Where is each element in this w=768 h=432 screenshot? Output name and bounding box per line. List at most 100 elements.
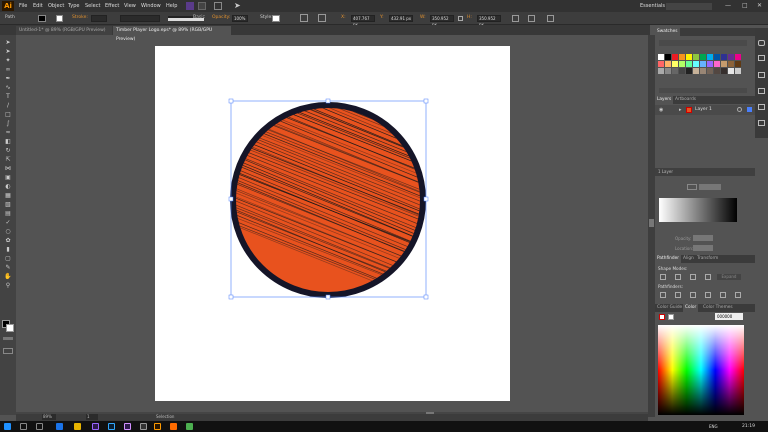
swatch[interactable] — [686, 68, 692, 74]
swatch[interactable] — [728, 61, 734, 67]
outline-icon[interactable] — [720, 292, 726, 298]
lasso-tool-icon[interactable]: ∞ — [4, 66, 12, 73]
stroke-weight-field[interactable] — [91, 15, 107, 22]
opacity-label[interactable]: Opacity: — [212, 15, 231, 20]
swatch[interactable] — [721, 61, 727, 67]
menu-help[interactable]: Help — [166, 3, 177, 9]
expand-button[interactable]: Expand — [717, 274, 741, 280]
gradient-opacity-field[interactable] — [693, 235, 713, 241]
bridge-icon[interactable] — [186, 2, 194, 10]
swatch[interactable] — [686, 61, 692, 67]
swatch[interactable] — [728, 54, 734, 60]
close-icon[interactable]: ✕ — [757, 2, 762, 9]
minus-front-icon[interactable] — [675, 274, 681, 280]
gradient-tool-icon[interactable]: ▤ — [4, 210, 12, 217]
app-icon[interactable] — [170, 423, 177, 430]
vertical-scrollbar[interactable] — [648, 35, 655, 417]
shape-builder-tool-icon[interactable]: ◐ — [4, 183, 12, 190]
color-stroke-swatch[interactable] — [659, 314, 665, 320]
hex-color-field[interactable]: 000000 — [715, 313, 743, 320]
tab-color[interactable]: Color — [683, 304, 699, 312]
swatch[interactable] — [658, 68, 664, 74]
menu-view[interactable]: View — [124, 3, 136, 9]
gpu-performance-icon[interactable]: ➤ — [234, 1, 241, 10]
rotate-tool-icon[interactable]: ↻ — [4, 147, 12, 154]
swatch[interactable] — [693, 61, 699, 67]
swatch[interactable] — [707, 68, 713, 74]
minimize-icon[interactable]: — — [725, 2, 731, 9]
stroke-color-swatch[interactable] — [56, 15, 63, 22]
layer-target-icon[interactable] — [737, 107, 742, 112]
line-tool-icon[interactable]: ∕ — [4, 102, 12, 109]
x-position-field[interactable]: 407.767 px — [351, 15, 375, 27]
paintbrush-tool-icon[interactable]: ∫ — [4, 120, 12, 127]
graphic-style-swatch[interactable] — [272, 15, 280, 22]
swatch[interactable] — [686, 54, 692, 60]
task-view-icon[interactable] — [36, 423, 43, 430]
layers-stack-icon[interactable] — [758, 104, 765, 110]
swatch[interactable] — [665, 54, 671, 60]
slice-tool-icon[interactable]: ✎ — [4, 264, 12, 271]
zoom-tool-icon[interactable]: ⚲ — [4, 282, 12, 289]
vertical-scroll-thumb[interactable] — [649, 219, 654, 227]
artboard-number-field[interactable]: 1 — [86, 414, 98, 420]
panel-menu-icon[interactable] — [547, 15, 554, 22]
gradient-reverse-icon[interactable] — [687, 184, 697, 190]
tab-align[interactable]: Align — [681, 255, 696, 263]
merge-icon[interactable] — [690, 292, 696, 298]
swatch[interactable] — [707, 61, 713, 67]
menu-file[interactable]: File — [19, 3, 27, 9]
logo-circle[interactable] — [215, 46, 445, 310]
menu-type[interactable]: Type — [68, 3, 79, 9]
swatch-grid[interactable] — [658, 54, 746, 84]
screen-mode-icon[interactable] — [3, 348, 13, 354]
gradient-angle-field[interactable] — [699, 184, 721, 190]
swatch[interactable] — [693, 68, 699, 74]
layer-selection-indicator[interactable] — [747, 107, 752, 112]
language-indicator[interactable]: ENG — [709, 424, 718, 429]
rectangle-tool-icon[interactable]: □ — [4, 111, 12, 118]
opacity-field[interactable]: 100% — [232, 15, 248, 22]
stock-icon[interactable] — [198, 2, 206, 10]
swatch[interactable] — [714, 68, 720, 74]
menu-object[interactable]: Object — [48, 3, 64, 9]
artboard[interactable] — [155, 46, 510, 401]
brushes-icon[interactable] — [758, 72, 765, 78]
after-effects-icon[interactable] — [124, 423, 131, 430]
perspective-grid-tool-icon[interactable]: ▦ — [4, 192, 12, 199]
swatch[interactable] — [679, 68, 685, 74]
width-tool-icon[interactable]: ⋈ — [4, 165, 12, 172]
tab-artboards[interactable]: Artboards — [673, 96, 698, 104]
visibility-eye-icon[interactable]: ◉ — [659, 107, 663, 113]
artboard-tool-icon[interactable]: ▢ — [4, 255, 12, 262]
free-transform-tool-icon[interactable]: ▣ — [4, 174, 12, 181]
color-spectrum[interactable] — [658, 325, 744, 415]
gradient-preview[interactable] — [659, 198, 737, 222]
zoom-level-field[interactable]: 89% — [42, 414, 56, 420]
workspace-switcher[interactable]: Essentials — [640, 3, 665, 9]
menu-window[interactable]: Window — [141, 3, 161, 9]
type-tool-icon[interactable]: T — [4, 93, 12, 100]
swatch[interactable] — [672, 68, 678, 74]
blend-tool-icon[interactable]: ○ — [4, 228, 12, 235]
swatch[interactable] — [672, 54, 678, 60]
tab-transform[interactable]: Transform — [695, 255, 720, 263]
swatch[interactable] — [735, 68, 741, 74]
pen-tool-icon[interactable]: ✒ — [4, 75, 12, 82]
swatch[interactable] — [672, 61, 678, 67]
column-graph-tool-icon[interactable]: ▮ — [4, 246, 12, 253]
swatch[interactable] — [721, 68, 727, 74]
swatch[interactable] — [693, 54, 699, 60]
swatch[interactable] — [679, 61, 685, 67]
tab-color-themes[interactable]: Color Themes — [701, 304, 735, 312]
tab-pathfinder[interactable]: Pathfinder — [655, 255, 682, 263]
media-encoder-icon[interactable] — [140, 423, 147, 430]
minus-back-icon[interactable] — [735, 292, 741, 298]
stroke-label[interactable]: Stroke: — [72, 15, 88, 20]
color-mode-buttons[interactable] — [3, 337, 13, 340]
tab-timber-player-logo[interactable]: Timber Player Logo.eps* @ 89% (RGB/GPU P… — [113, 26, 231, 42]
swatch[interactable] — [658, 54, 664, 60]
tab-layers[interactable]: Layers — [655, 96, 674, 104]
tab-color-guide[interactable]: Color Guide — [655, 304, 684, 312]
search-icon[interactable] — [20, 423, 27, 430]
